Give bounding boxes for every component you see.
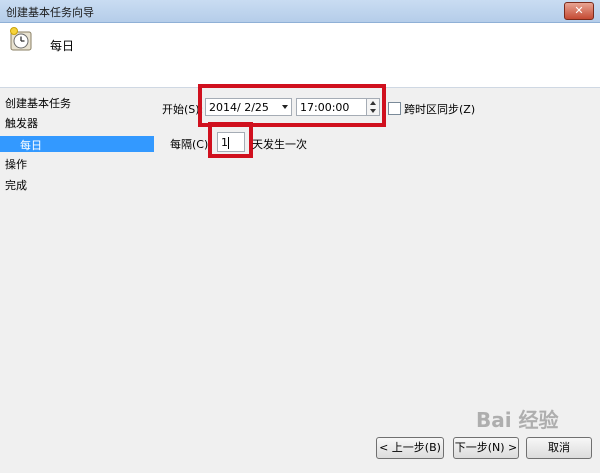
clock-icon — [10, 27, 32, 51]
recur-label: 每隔(C): — [170, 138, 212, 151]
step-action: 操作 — [5, 158, 27, 171]
page-title: 每日 — [50, 39, 75, 53]
highlight-recur — [208, 122, 253, 158]
next-button[interactable]: 下一步(N) > — [453, 437, 519, 459]
sync-timezone-label: 跨时区同步(Z) — [404, 103, 476, 116]
step-daily-label: 每日 — [20, 139, 42, 152]
recur-suffix: 天发生一次 — [252, 138, 307, 151]
close-button[interactable]: ✕ — [564, 2, 594, 20]
cancel-button[interactable]: 取消 — [526, 437, 592, 459]
step-daily: 每日 — [0, 136, 154, 152]
highlight-start — [198, 84, 386, 127]
wizard-steps: 创建基本任务 触发器 每日 操作 完成 — [0, 88, 154, 473]
watermark: Bai 经验 — [476, 408, 559, 432]
sync-timezone-checkbox[interactable] — [388, 102, 401, 115]
window-title: 创建基本任务向导 — [6, 6, 94, 19]
step-trigger: 触发器 — [5, 117, 38, 130]
step-finish: 完成 — [5, 179, 27, 192]
wizard-header: 每日 — [0, 23, 600, 88]
back-button[interactable]: < 上一步(B) — [376, 437, 444, 459]
step-create-task: 创建基本任务 — [5, 97, 71, 110]
title-bar: 创建基本任务向导 ✕ — [0, 0, 600, 23]
